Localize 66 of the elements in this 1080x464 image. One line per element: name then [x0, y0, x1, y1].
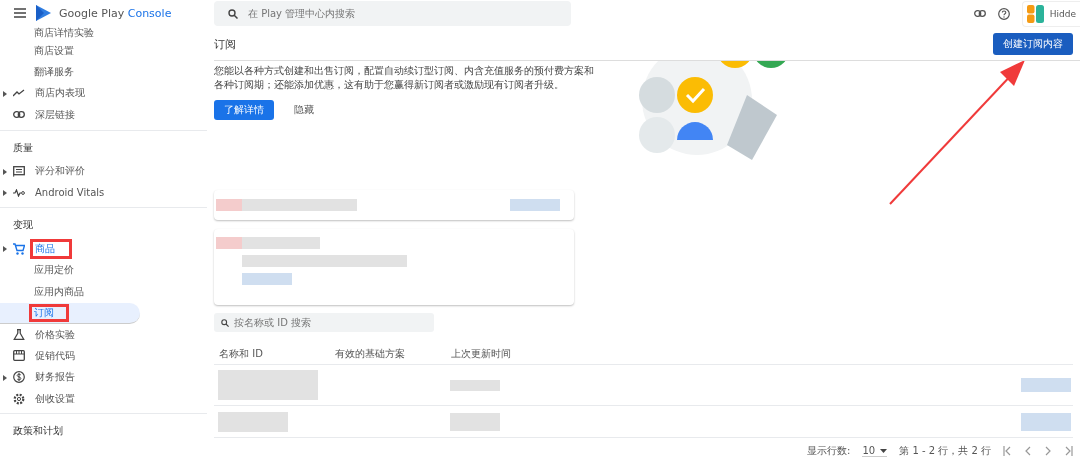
nav-item[interactable]: 商店详情实验 [0, 26, 140, 40]
review-icon [13, 165, 25, 177]
expand-arrow-icon[interactable] [3, 374, 7, 381]
settings-icon [13, 392, 25, 405]
vitals-icon [13, 188, 25, 197]
column-header: 上次更新时间 [450, 347, 512, 361]
highlight-frame: 订阅 [29, 303, 69, 322]
next-page-icon[interactable] [1045, 446, 1051, 456]
create-subscription-button[interactable]: 创建订阅内容 [993, 33, 1073, 55]
search-field[interactable]: 在 Play 管理中心内搜索 [214, 1, 571, 27]
column-header: 有效的基础方案 [334, 347, 406, 361]
flask-icon [13, 329, 25, 341]
expand-arrow-icon[interactable] [3, 168, 7, 175]
store-icon [13, 350, 25, 362]
search-icon [228, 8, 238, 19]
page-range-text: 第 1 - 2 行，共 2 行 [899, 444, 991, 458]
menu-icon[interactable] [14, 8, 26, 18]
rows-per-page-select[interactable]: 10 [862, 445, 888, 457]
expand-arrow-icon[interactable] [3, 246, 7, 253]
nav-item[interactable]: 深层链接 [0, 104, 140, 126]
dollar-icon [13, 371, 25, 384]
nav-item[interactable]: 应用定价 [0, 259, 140, 282]
column-header: 名称和 ID [218, 347, 264, 361]
previous-page-icon[interactable] [1025, 446, 1031, 456]
logo-text[interactable]: Google Play Console [59, 6, 172, 20]
nav-item[interactable]: 翻译服务 [0, 61, 140, 83]
redacted-cell [218, 411, 288, 432]
rows-per-page-label: 显示行数: [807, 444, 851, 458]
dropdown-caret-icon [880, 448, 888, 453]
play-logo-icon [36, 5, 51, 21]
nav-item[interactable]: 财务报告 [0, 366, 140, 389]
first-page-icon[interactable] [1003, 446, 1011, 456]
nav-item[interactable]: 创收设置 [0, 388, 140, 410]
nav-item[interactable]: 评分和评价 [0, 160, 140, 182]
hide-button[interactable]: 隐藏 [288, 102, 320, 119]
last-page-icon[interactable] [1065, 446, 1073, 456]
nav-item[interactable]: Android Vitals [0, 181, 140, 204]
redacted-cell [450, 412, 500, 431]
expand-arrow-icon[interactable] [3, 189, 7, 196]
nav-item[interactable]: 订阅 [0, 302, 140, 324]
redacted-cell [450, 379, 500, 391]
cart-icon [13, 243, 25, 256]
trend-icon [13, 89, 25, 98]
page-title: 订阅 [214, 36, 236, 52]
nav-item[interactable]: 商店内表现 [0, 82, 140, 105]
expand-arrow-icon[interactable] [3, 90, 7, 97]
redacted-cell [1021, 378, 1071, 392]
redacted-cell [1021, 412, 1071, 431]
nav-item[interactable]: 商品 [0, 238, 140, 260]
account-chip[interactable]: Hidde [1021, 0, 1080, 27]
help-icon[interactable] [997, 7, 1010, 20]
banner-description: 您能以各种方式创建和出售订阅，配置自动续订型订阅、内含充值服务的预付费方案和 各种订阅期；还能添加优惠，这有助于您赢得新订阅者或激励现有订阅者升级。 [214, 64, 595, 93]
nav-item[interactable]: 促销代码 [0, 345, 140, 367]
section-heading: 变现 [12, 218, 34, 233]
section-heading: 质量 [12, 140, 34, 155]
nav-item[interactable]: 应用内商品 [0, 281, 140, 303]
learn-more-button[interactable]: 了解详情 [214, 100, 274, 121]
search-icon [221, 318, 229, 327]
highlight-frame: 商品 [30, 239, 72, 260]
nav-item[interactable]: 商店设置 [0, 40, 140, 62]
app-icon [1026, 4, 1044, 23]
table-search-field[interactable]: 按名称或 ID 搜索 [214, 313, 434, 332]
nav-item[interactable]: 价格实验 [0, 323, 140, 346]
link-icon[interactable] [973, 10, 986, 18]
link-icon [13, 111, 25, 119]
section-heading: 政策和计划 [12, 424, 64, 439]
